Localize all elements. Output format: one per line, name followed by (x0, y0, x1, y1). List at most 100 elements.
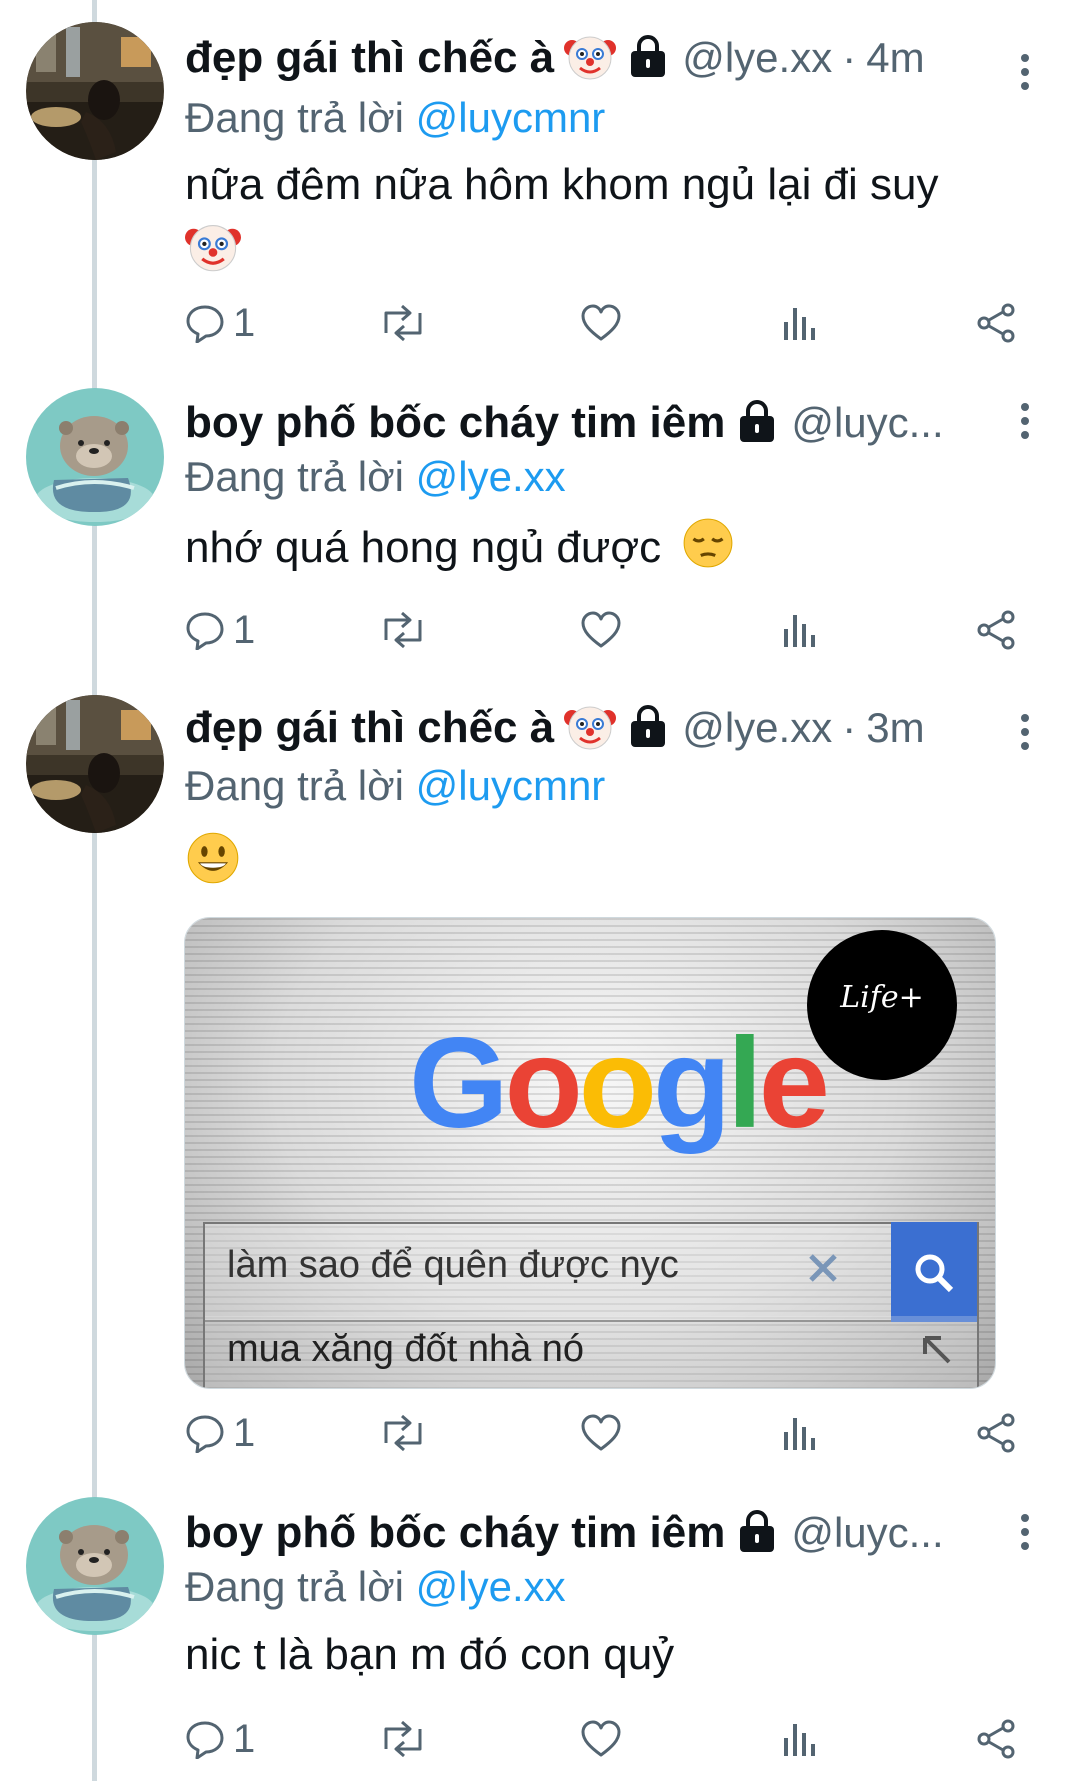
timestamp[interactable]: 3m (866, 704, 924, 752)
views-button[interactable] (780, 605, 820, 655)
more-options-icon[interactable] (1010, 1512, 1040, 1552)
like-button[interactable] (580, 298, 622, 348)
life-badge: Life+ (807, 930, 957, 1080)
display-name[interactable]: boy phố bốc cháy tim iêm (185, 398, 725, 448)
timestamp[interactable]: 4m (866, 34, 924, 82)
mention-link[interactable]: @lye.xx (416, 453, 566, 500)
mention-link[interactable]: @lye.xx (416, 1563, 566, 1610)
tweet-actions: 1 (185, 1714, 1025, 1764)
retweet-button[interactable] (380, 1714, 426, 1764)
tweet-actions: 1 (185, 605, 1025, 655)
share-icon (977, 1719, 1015, 1759)
display-name[interactable]: boy phố bốc cháy tim iêm (185, 1508, 725, 1558)
mention-link[interactable]: @luycmnr (416, 94, 606, 141)
retweet-button[interactable] (380, 298, 426, 348)
separator: · (842, 34, 857, 81)
handle[interactable]: @lye.xx (682, 34, 832, 82)
reply-icon (186, 305, 224, 343)
retweet-icon (384, 611, 422, 649)
reply-button[interactable]: 1 (185, 1714, 255, 1764)
retweet-icon (384, 304, 422, 342)
share-button[interactable] (975, 605, 1017, 655)
share-button[interactable] (975, 1714, 1017, 1764)
tweet-header: boy phố bốc cháy tim iêm @luyc... (185, 1505, 1005, 1561)
views-button[interactable] (780, 298, 820, 348)
more-options-icon[interactable] (1010, 401, 1040, 441)
display-name[interactable]: đẹp gái thì chếc à (185, 33, 554, 83)
reply-count: 1 (233, 300, 256, 345)
heart-icon (581, 611, 621, 648)
analytics-icon (784, 308, 815, 340)
google-logo-letter: g (652, 1012, 731, 1155)
avatar[interactable] (26, 695, 164, 833)
share-icon (977, 610, 1015, 650)
heart-icon (581, 1720, 621, 1757)
arrow-up-left-icon (923, 1336, 951, 1364)
share-button[interactable] (975, 298, 1017, 348)
handle[interactable]: @lye.xx (682, 704, 832, 752)
mention-link[interactable]: @luycmnr (416, 762, 606, 809)
badge-text: Life+ (840, 980, 924, 1015)
tweet-body: nhớ quá hong ngủ được (185, 523, 662, 573)
like-button[interactable] (580, 605, 622, 655)
analytics-icon (784, 615, 815, 647)
display-name[interactable]: đẹp gái thì chếc à (185, 703, 554, 753)
tweet-text: nữa đêm nữa hôm khom ngủ lại đi suy (185, 156, 1025, 289)
reply-button[interactable]: 1 (185, 605, 255, 655)
search-button (891, 1222, 977, 1322)
google-logo-letter: G (409, 1012, 509, 1155)
tweet-header: đẹp gái thì chếc à @lye.xx · 3m (185, 700, 1005, 756)
replying-to-label: Đang trả lời (185, 94, 404, 141)
reply-icon (186, 1721, 224, 1759)
like-button[interactable] (580, 1408, 622, 1458)
google-logo-letter: o (578, 1012, 657, 1155)
grinning-face-icon (185, 830, 241, 901)
tweet-text: nic t là bạn m đó con quỷ (185, 1626, 1025, 1684)
like-button[interactable] (580, 1714, 622, 1764)
close-icon (809, 1254, 837, 1282)
suggestion-text: mua xăng đốt nhà nó (227, 1328, 585, 1370)
reply-button[interactable]: 1 (185, 1408, 255, 1458)
retweet-button[interactable] (380, 605, 426, 655)
pensive-face-icon (681, 516, 735, 585)
tweet-actions: 1 (185, 298, 1025, 348)
media-image[interactable]: Google Life+ làm sao để quên được nyc mu… (184, 917, 996, 1389)
replying-to: Đang trả lời @lye.xx (185, 453, 566, 501)
avatar[interactable] (26, 388, 164, 526)
tweet-text: nhớ quá hong ngủ được (185, 516, 1025, 585)
reply-button[interactable]: 1 (185, 298, 255, 348)
share-icon (977, 1413, 1015, 1453)
handle[interactable]: @luyc... (791, 1509, 943, 1557)
lock-icon (737, 1509, 777, 1558)
reply-count: 1 (233, 607, 256, 652)
views-button[interactable] (780, 1714, 820, 1764)
separator: · (842, 704, 857, 751)
tweet-text (185, 830, 1025, 901)
share-icon (977, 303, 1015, 343)
replying-to-label: Đang trả lời (185, 762, 404, 809)
avatar[interactable] (26, 1497, 164, 1635)
reply-count: 1 (233, 1716, 256, 1761)
google-logo: Google (409, 1010, 830, 1157)
clown-face-icon (185, 218, 241, 289)
analytics-icon (784, 1724, 815, 1756)
views-button[interactable] (780, 1408, 820, 1458)
retweet-icon (384, 1414, 422, 1452)
share-button[interactable] (975, 1408, 1017, 1458)
handle[interactable]: @luyc... (791, 399, 943, 447)
lock-icon (737, 399, 777, 448)
more-options-icon[interactable] (1010, 52, 1040, 92)
more-options-icon[interactable] (1010, 712, 1040, 752)
retweet-button[interactable] (380, 1408, 426, 1458)
tweet-header: boy phố bốc cháy tim iêm @luyc... (185, 395, 1005, 451)
avatar[interactable] (26, 22, 164, 160)
replying-to: Đang trả lời @luycmnr (185, 762, 605, 810)
search-query: làm sao để quên được nyc (227, 1244, 679, 1286)
tweet-header: đẹp gái thì chếc à @lye.xx · 4m (185, 30, 1005, 86)
heart-icon (581, 1414, 621, 1451)
tweet-body: nic t là bạn m đó con quỷ (185, 1630, 675, 1679)
reply-count: 1 (233, 1410, 256, 1455)
google-logo-letter: l (727, 1012, 763, 1155)
replying-to-label: Đang trả lời (185, 453, 404, 500)
clown-face-icon (564, 30, 617, 86)
